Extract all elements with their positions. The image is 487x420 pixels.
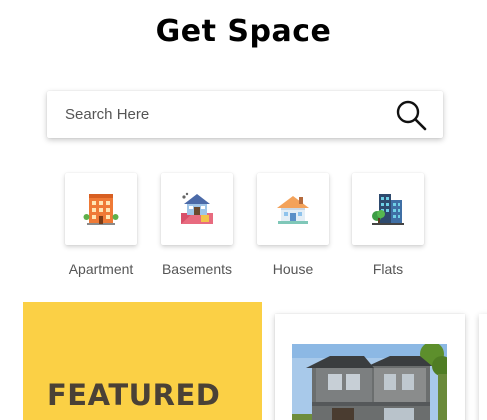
get-space-home: Get Space Apartment	[0, 0, 487, 420]
basement-icon	[181, 192, 213, 224]
page-title: Get Space	[155, 14, 332, 49]
house-photo	[292, 344, 447, 420]
category-label: Basements	[161, 261, 233, 277]
apartment-icon	[83, 194, 119, 225]
listing-card[interactable]	[275, 314, 465, 420]
featured-label: FEATURED	[47, 378, 221, 412]
category-basements[interactable]: Basements	[147, 173, 247, 277]
category-card[interactable]	[161, 173, 233, 245]
category-card[interactable]	[352, 173, 424, 245]
search-bar[interactable]	[47, 91, 443, 138]
category-flats[interactable]: Flats	[338, 173, 438, 277]
category-label: Apartment	[68, 261, 134, 277]
search-icon[interactable]	[395, 99, 427, 131]
category-house[interactable]: House	[243, 173, 343, 277]
category-apartment[interactable]: Apartment	[51, 173, 151, 277]
featured-banner[interactable]: FEATURED	[23, 302, 262, 420]
flats-icon	[372, 194, 404, 225]
category-label: Flats	[372, 261, 404, 277]
search-input[interactable]	[65, 91, 385, 138]
listing-card-next[interactable]	[479, 314, 487, 420]
category-label: House	[272, 261, 314, 277]
category-card[interactable]	[65, 173, 137, 245]
house-icon	[277, 196, 309, 224]
category-card[interactable]	[257, 173, 329, 245]
